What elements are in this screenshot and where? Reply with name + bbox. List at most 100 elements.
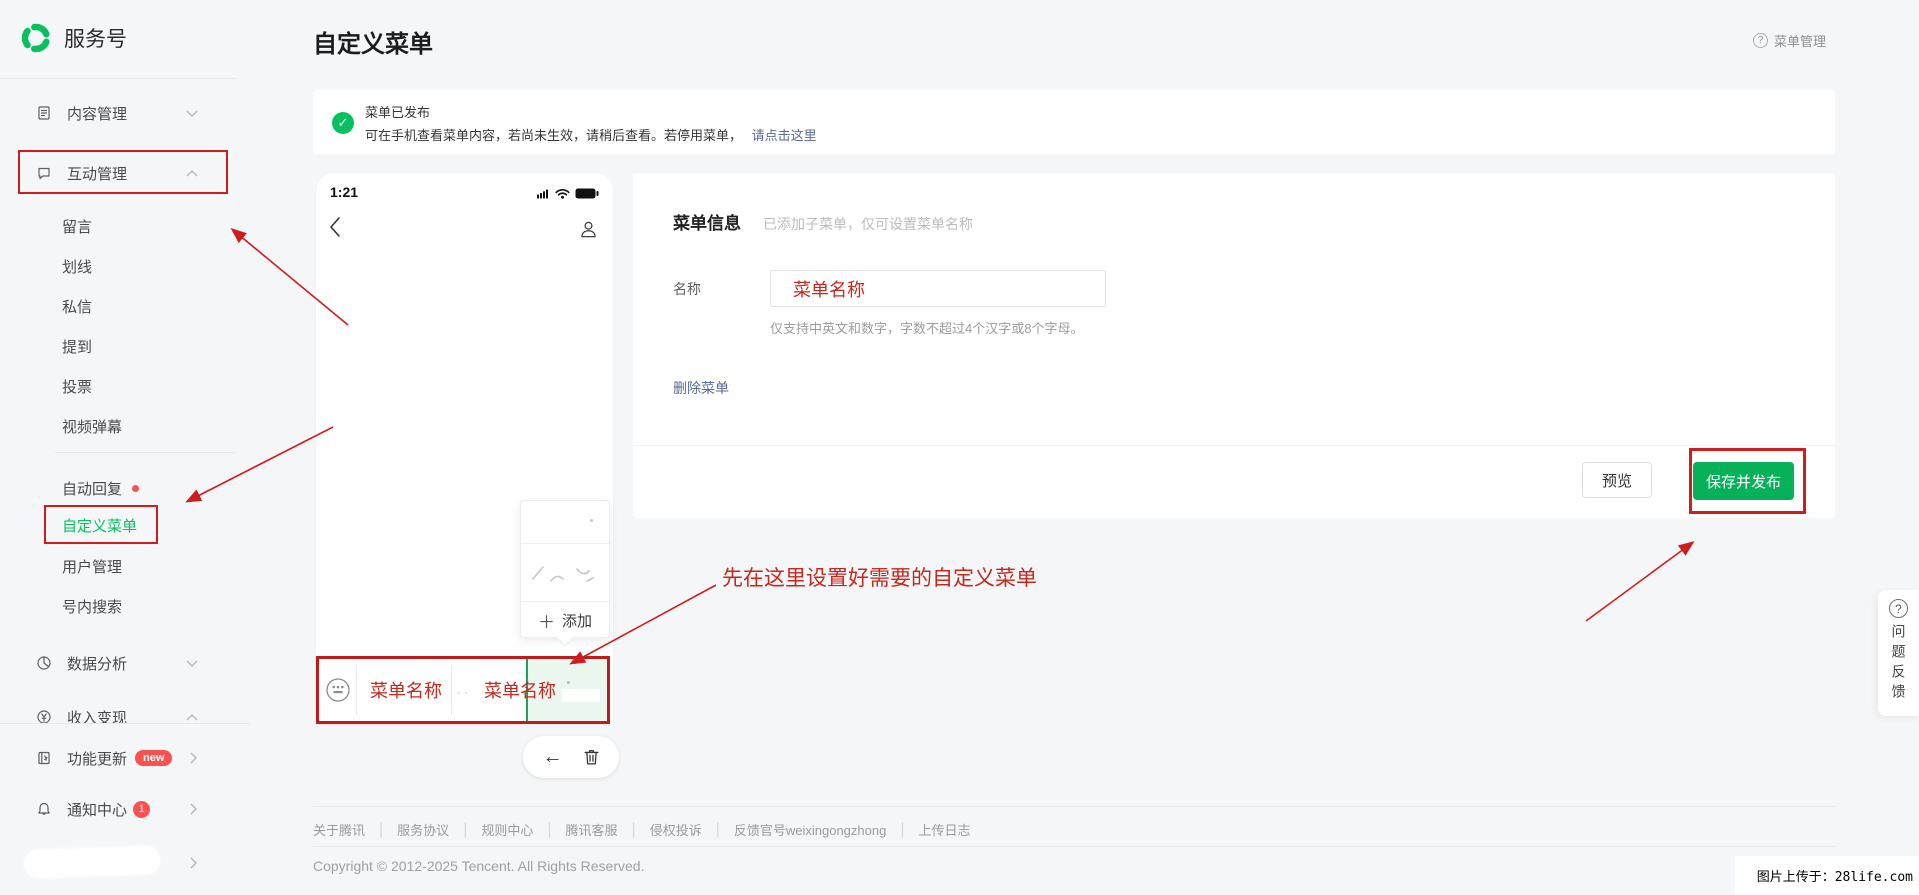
footer-link[interactable]: 服务协议	[397, 820, 449, 839]
footer-link[interactable]: 上传日志	[918, 820, 970, 839]
redacted-patch	[562, 689, 600, 702]
sidebar: 服务号 内容管理 互动管理 留言 划线 私信 提到 投票 视频弹幕 自动回复 自…	[0, 0, 250, 895]
add-label: 添加	[561, 612, 592, 630]
footer-links: 关于腾讯 | 服务协议 | 规则中心 | 腾讯客服 | 侵权投诉 | 反馈官号weixin…	[313, 820, 971, 839]
footer-link[interactable]: 规则中心	[481, 820, 533, 839]
submenu-row-2[interactable]	[521, 543, 609, 601]
watermark: 图片上传于：28life.com	[1735, 856, 1919, 895]
sidebar-item-auto-reply[interactable]: 自动回复	[62, 475, 198, 501]
help-label: 菜单管理	[1774, 34, 1827, 49]
plus-icon: ＋	[537, 612, 555, 632]
chat-icon	[36, 164, 54, 182]
sidebar-item-mentions[interactable]: 提到	[62, 333, 198, 359]
sidebar-item-label: 自定义菜单	[62, 517, 138, 535]
edit-toolbar-pill: ←	[523, 736, 619, 778]
banner-desc-row: 可在手机查看菜单内容，若尚未生效，请稍后查看。若停用菜单， 请点击这里	[365, 125, 817, 144]
sidebar-item-label: 投票	[62, 378, 93, 396]
help-icon: ?	[1753, 33, 1768, 48]
section-hint: 已添加子菜单，仅可设置菜单名称	[763, 216, 973, 232]
footer-separator: |	[463, 820, 468, 838]
redacted-scribble	[532, 566, 594, 582]
chevron-down-icon	[186, 109, 198, 118]
chevron-right-icon	[189, 803, 198, 815]
sidebar-item-data-analysis[interactable]: 数据分析	[36, 650, 198, 676]
menu-management-help[interactable]: ? 菜单管理	[1753, 31, 1826, 50]
menu-info-card: 菜单信息 已添加子菜单，仅可设置菜单名称 名称 菜单名称 仅支持中英文和数字，字…	[633, 173, 1835, 518]
sidebar-item-label: 自动回复	[62, 480, 123, 498]
delete-menu-link[interactable]: 删除菜单	[673, 378, 729, 398]
fold-cover	[0, 724, 250, 738]
footer-link[interactable]: 反馈官号weixingongzhong	[734, 820, 886, 839]
person-icon[interactable]	[579, 220, 598, 244]
brand-name: 服务号	[64, 28, 127, 51]
brand-logo-icon	[20, 22, 52, 54]
brand[interactable]: 服务号	[20, 22, 127, 54]
count-badge: 1	[133, 800, 151, 818]
divider	[313, 806, 1835, 807]
sidebar-item-private-message[interactable]: 私信	[62, 293, 198, 319]
sidebar-item-notification-center[interactable]: 通知中心 1	[36, 796, 198, 822]
footer-separator: |	[547, 820, 552, 838]
sidebar-item-messages[interactable]: 留言	[62, 213, 198, 239]
divider	[633, 445, 1835, 446]
sidebar-item-label: 视频弹幕	[62, 418, 123, 436]
page-title: 自定义菜单	[313, 31, 433, 58]
footer-link[interactable]: 侵权投诉	[650, 820, 702, 839]
sidebar-item-video-danmu[interactable]: 视频弹幕	[62, 413, 198, 439]
menu-name-input[interactable]: 菜单名称	[770, 270, 1106, 307]
keyboard-icon[interactable]	[325, 677, 351, 708]
back-arrow-icon[interactable]: ←	[543, 747, 563, 767]
trash-icon[interactable]	[583, 748, 600, 766]
banner-desc: 可在手机查看菜单内容，若尚未生效，请稍后查看。若停用菜单，	[365, 128, 743, 143]
redacted-mark	[590, 519, 593, 522]
footer-link[interactable]: 关于腾讯	[313, 820, 365, 839]
sidebar-item-label: 通知中心	[67, 801, 128, 819]
sidebar-item-interaction-management[interactable]: 互动管理	[36, 160, 198, 186]
save-publish-button[interactable]: 保存并发布	[1693, 462, 1794, 500]
submenu-row-1[interactable]	[521, 501, 609, 543]
sidebar-item-underline[interactable]: 划线	[62, 253, 198, 279]
chevron-up-icon	[186, 713, 198, 722]
banner-disable-link[interactable]: 请点击这里	[752, 128, 817, 143]
sidebar-item-feature-updates[interactable]: 功能更新 new	[36, 745, 198, 771]
bell-icon	[36, 800, 54, 818]
sidebar-item-content-management[interactable]: 内容管理	[36, 100, 198, 126]
redacted-dots: ··	[457, 685, 471, 699]
wifi-icon	[555, 186, 570, 204]
name-label: 名称	[673, 281, 701, 297]
redacted-mark	[567, 681, 570, 684]
feedback-widget[interactable]: ? 问题反馈	[1878, 590, 1919, 716]
sidebar-item-label: 私信	[62, 298, 93, 316]
chevron-right-icon	[189, 752, 198, 764]
footer-separator: |	[900, 820, 905, 838]
check-icon: ✓	[332, 112, 354, 134]
pie-chart-icon	[36, 654, 54, 672]
name-hint: 仅支持中英文和数字，字数不超过4个汉字或8个字母。	[770, 321, 1084, 336]
footer-separator: |	[631, 820, 636, 838]
preview-button[interactable]: 预览	[1582, 462, 1652, 498]
footer-link[interactable]: 腾讯客服	[566, 820, 618, 839]
red-dot-indicator	[132, 484, 140, 492]
sidebar-item-custom-menu[interactable]: 自定义菜单	[62, 512, 198, 538]
signal-icon	[536, 186, 550, 204]
sidebar-item-account-search[interactable]: 号内搜索	[62, 593, 198, 619]
sidebar-item-label: 内容管理	[67, 105, 128, 123]
sidebar-item-label: 互动管理	[67, 165, 128, 183]
sidebar-item-label: 功能更新	[67, 750, 128, 768]
book-icon	[36, 749, 54, 767]
sidebar-item-votes[interactable]: 投票	[62, 373, 198, 399]
menu-item-1[interactable]: 菜单名称	[363, 677, 449, 703]
menu-divider	[451, 665, 452, 715]
phone-back-icon[interactable]	[328, 215, 342, 244]
new-badge: new	[135, 750, 173, 766]
sidebar-item-label: 号内搜索	[62, 598, 123, 616]
sidebar-item-user-management[interactable]: 用户管理	[62, 553, 198, 579]
phone-status-icons	[536, 186, 599, 204]
menu-item-2[interactable]: 菜单名称	[477, 677, 563, 703]
footer-separator: |	[715, 820, 720, 838]
menu-divider	[356, 665, 357, 715]
publish-banner: ✓ 菜单已发布 可在手机查看菜单内容，若尚未生效，请稍后查看。若停用菜单， 请点…	[313, 90, 1835, 154]
annotation-tip: 先在这里设置好需要的自定义菜单	[722, 566, 1037, 590]
redacted-blob	[23, 845, 161, 879]
sidebar-item-account[interactable]	[23, 845, 198, 879]
